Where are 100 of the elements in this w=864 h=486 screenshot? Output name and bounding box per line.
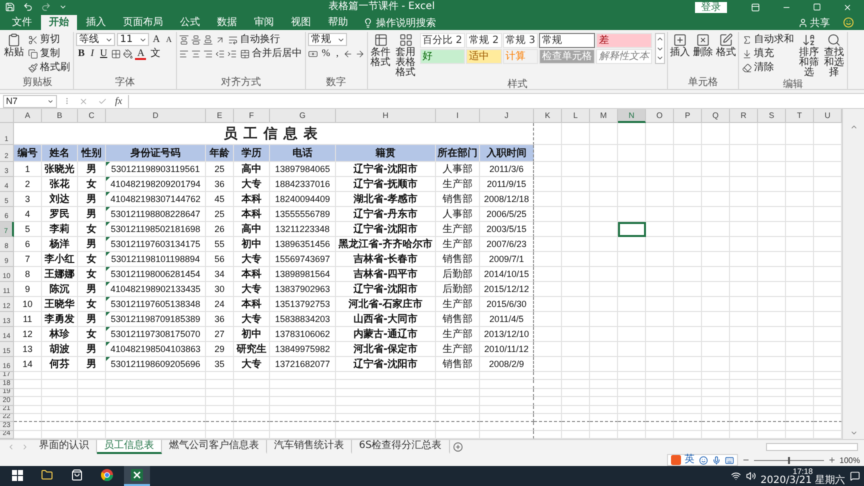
cell-style-swatch[interactable]: 差: [596, 33, 652, 48]
name-box[interactable]: N7: [3, 94, 57, 108]
column-header[interactable]: L: [562, 109, 590, 123]
column-header[interactable]: A: [14, 109, 42, 123]
ribbon-tab[interactable]: 公式: [172, 15, 208, 30]
formula-bar[interactable]: N7 fx: [0, 93, 864, 109]
selected-cell[interactable]: [618, 222, 646, 237]
ribbon-tab[interactable]: 文件: [4, 15, 40, 30]
cell-style-swatch[interactable]: 好: [420, 49, 466, 64]
vertical-scrollbar[interactable]: [842, 109, 864, 439]
column-header[interactable]: U: [814, 109, 842, 123]
column-header[interactable]: S: [758, 109, 786, 123]
ribbon-button[interactable]: 合并后居中: [238, 47, 303, 60]
column-header[interactable]: P: [674, 109, 702, 123]
ribbon-button[interactable]: 查找和选择: [823, 32, 846, 79]
wifi-icon[interactable]: [730, 471, 741, 481]
cell-style-swatch[interactable]: 百分比 2: [420, 33, 466, 48]
column-header[interactable]: M: [590, 109, 618, 123]
column-header[interactable]: F: [234, 109, 270, 123]
ime-language-label[interactable]: 英: [684, 455, 695, 465]
ribbon-tab[interactable]: 帮助: [320, 15, 356, 30]
empty-cell[interactable]: [480, 372, 534, 380]
column-header[interactable]: T: [786, 109, 814, 123]
empty-cell[interactable]: [480, 380, 534, 389]
horizontal-scrollbar[interactable]: [766, 443, 858, 451]
dropdown-field[interactable]: 常规: [308, 33, 347, 46]
format-button[interactable]: A: [135, 47, 146, 60]
notification-icon[interactable]: [850, 471, 860, 481]
column-header[interactable]: N: [618, 109, 646, 123]
zoom-in-icon[interactable]: [828, 456, 836, 464]
format-button[interactable]: A: [164, 33, 174, 46]
ribbon-button[interactable]: 套用表格格式: [394, 32, 417, 79]
insert-function-label[interactable]: fx: [115, 96, 122, 106]
ribbon-tab[interactable]: 数据: [209, 15, 245, 30]
cell-style-swatch[interactable]: 常规: [539, 33, 596, 48]
cell-style-swatch[interactable]: 常规 3: [502, 33, 538, 48]
ribbon-button[interactable]: 复制: [27, 47, 61, 60]
column-header[interactable]: J: [480, 109, 534, 123]
column-header[interactable]: Q: [702, 109, 730, 123]
share-button[interactable]: 共享: [792, 15, 836, 30]
format-button[interactable]: ,: [334, 47, 341, 60]
column-header[interactable]: O: [646, 109, 674, 123]
volume-icon[interactable]: [746, 471, 756, 481]
column-header[interactable]: D: [106, 109, 206, 123]
column-header[interactable]: C: [78, 109, 106, 123]
ribbon-tab[interactable]: 插入: [78, 15, 114, 30]
ribbon-tab[interactable]: 视图: [283, 15, 319, 30]
ribbon-tab[interactable]: 页面布局: [115, 15, 171, 30]
ribbon-button[interactable]: 插入: [670, 32, 690, 59]
empty-cell[interactable]: [480, 414, 534, 422]
format-button[interactable]: A: [150, 33, 162, 46]
column-header[interactable]: H: [336, 109, 436, 123]
taskbar-app[interactable]: [124, 466, 150, 486]
ribbon-button[interactable]: 剪切: [27, 33, 61, 46]
toolbar-button[interactable]: [111, 47, 122, 60]
column-header[interactable]: G: [270, 109, 336, 123]
ribbon-button[interactable]: 自动换行: [226, 33, 281, 46]
format-button[interactable]: %: [320, 47, 332, 60]
empty-cell[interactable]: [480, 397, 534, 406]
format-button[interactable]: I: [88, 47, 96, 60]
column-header[interactable]: B: [42, 109, 78, 123]
column-header[interactable]: I: [436, 109, 480, 123]
empty-cell[interactable]: [480, 422, 534, 431]
ribbon-tab[interactable]: 审阅: [246, 15, 282, 30]
format-button[interactable]: 文: [148, 47, 162, 60]
empty-cell[interactable]: [480, 388, 534, 398]
sheet-tab[interactable]: 员工信息表: [97, 440, 162, 454]
sign-in-button[interactable]: 登录: [695, 2, 727, 12]
toolbar-button[interactable]: [178, 33, 189, 46]
format-button[interactable]: B: [76, 47, 87, 60]
save-button[interactable]: [4, 0, 16, 14]
ribbon-button[interactable]: 条件格式: [370, 32, 392, 69]
ribbon-button[interactable]: 格式: [716, 32, 736, 59]
dropdown-field[interactable]: 等线: [76, 33, 115, 46]
ribbon-button[interactable]: 删除: [693, 32, 714, 59]
redo-button[interactable]: [40, 0, 52, 14]
column-header[interactable]: K: [534, 109, 562, 123]
ribbon-button[interactable]: 粘贴: [4, 32, 24, 59]
toolbar-button[interactable]: [123, 47, 134, 60]
cell-style-swatch[interactable]: 常规 2: [466, 33, 502, 48]
cell-style-swatch[interactable]: 适中: [466, 49, 502, 64]
ribbon-button[interactable]: 自动求和: [741, 33, 796, 46]
ribbon-button[interactable]: 清除: [741, 61, 776, 74]
ribbon-button[interactable]: 排序和筛选: [798, 32, 820, 79]
ribbon-button[interactable]: 格式刷: [27, 61, 71, 74]
ribbon-button[interactable]: 填充: [741, 47, 776, 60]
toolbar-button[interactable]: [202, 33, 213, 46]
column-header[interactable]: R: [730, 109, 758, 123]
dropdown-field[interactable]: 11: [117, 33, 149, 46]
empty-cell[interactable]: [480, 406, 534, 414]
cell-style-swatch[interactable]: 解释性文本: [596, 49, 652, 64]
ribbon-tab[interactable]: 开始: [41, 15, 77, 30]
format-button[interactable]: U: [98, 47, 110, 60]
toolbar-button[interactable]: [190, 33, 201, 46]
tell-me-search[interactable]: 操作说明搜索: [357, 15, 442, 30]
zoom-thumb[interactable]: [788, 456, 790, 464]
clock[interactable]: 17:18 2020/3/21 星期六: [760, 466, 845, 486]
select-all-corner[interactable]: [0, 109, 14, 123]
column-header[interactable]: E: [206, 109, 234, 123]
undo-button[interactable]: [22, 0, 34, 14]
